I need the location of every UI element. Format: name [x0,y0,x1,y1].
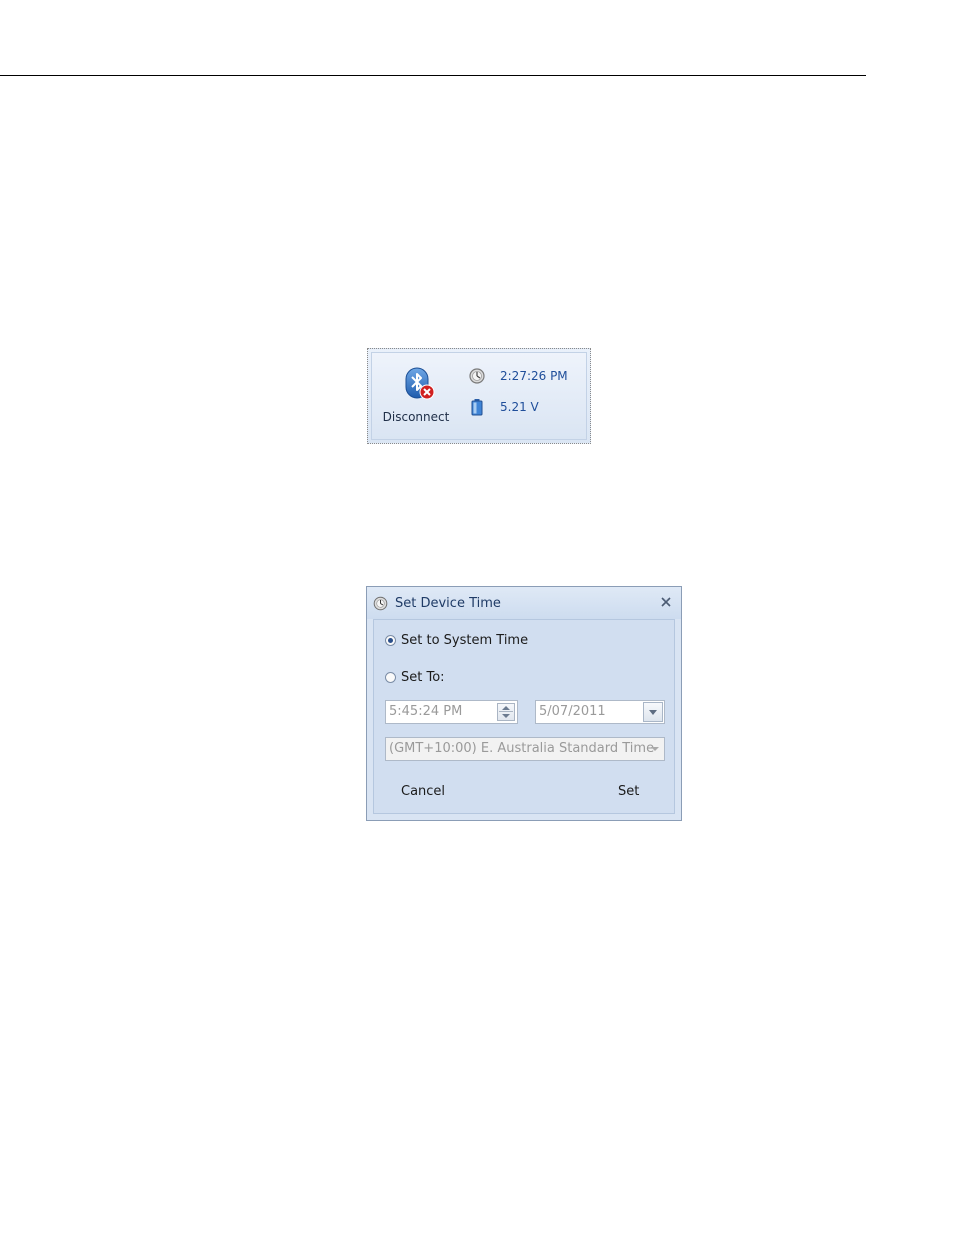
disconnect-button[interactable]: Disconnect [380,363,452,425]
time-input[interactable]: 5:45:24 PM [385,700,518,724]
radio-label-set-to: Set To: [401,670,445,685]
set-device-time-dialog: Set Device Time Set to System Time Set T… [366,586,682,821]
date-picker[interactable]: 5/07/2011 [535,700,665,724]
radio-label-system-time: Set to System Time [401,633,529,648]
spinner-divider [499,711,513,712]
page-header-rule [0,75,866,76]
date-value: 5/07/2011 [539,704,606,719]
spin-up-icon[interactable] [502,706,510,710]
dropdown-arrow-icon [651,747,659,751]
disconnect-label: Disconnect [382,410,450,424]
time-spinner[interactable] [497,703,515,721]
ribbon-status-panel-inner: Disconnect 2:27:26 PM 5.21 V [371,352,587,440]
time-value: 5:45:24 PM [389,704,463,719]
radio-set-to[interactable]: Set To: [385,670,445,685]
device-time-value: 2:27:26 PM [500,369,568,383]
date-dropdown-button[interactable] [643,702,663,722]
radio-button-checked[interactable] [385,635,396,646]
clock-icon [469,368,485,384]
dropdown-arrow-icon [649,710,657,715]
bluetooth-disconnect-icon [405,367,435,400]
timezone-select[interactable]: (GMT+10:00) E. Australia Standard Time [385,737,665,761]
battery-voltage-value: 5.21 V [500,400,539,414]
dialog-title-bar[interactable]: Set Device Time [367,587,681,619]
set-button[interactable]: Set [618,784,639,799]
clock-icon [373,596,388,611]
spin-down-icon[interactable] [502,714,510,718]
radio-set-system-time[interactable]: Set to System Time [385,633,528,648]
battery-row: 5.21 V [468,398,539,416]
radio-button-unchecked[interactable] [385,672,396,683]
ribbon-status-panel: Disconnect 2:27:26 PM 5.21 V [367,348,591,444]
cancel-button[interactable]: Cancel [401,784,445,799]
battery-icon [471,399,483,416]
device-time-row: 2:27:26 PM [468,367,568,385]
dialog-client-area: Set to System Time Set To: 5:45:24 PM 5/… [373,619,675,814]
close-icon[interactable] [659,595,673,609]
dialog-title: Set Device Time [395,596,501,611]
timezone-value: (GMT+10:00) E. Australia Standard Time [389,741,655,756]
